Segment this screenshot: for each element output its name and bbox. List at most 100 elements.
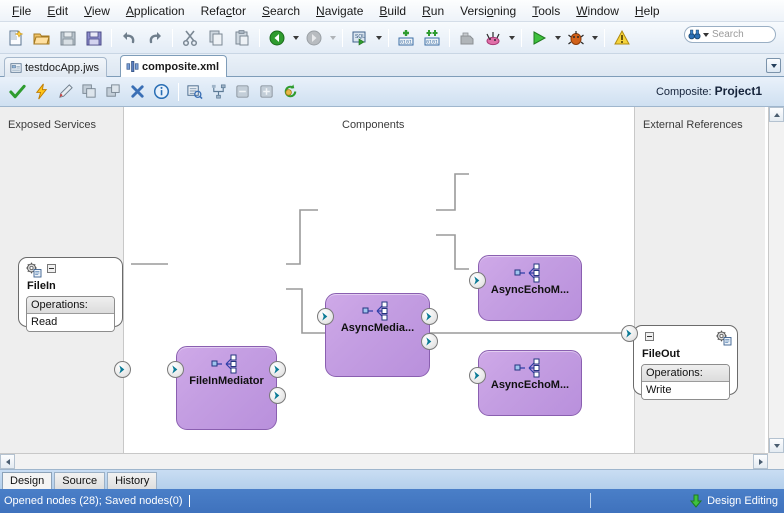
application-icon	[10, 62, 22, 73]
service-name-filein: FileIn	[27, 280, 56, 292]
tab-history[interactable]: History	[107, 472, 158, 489]
copy-icon[interactable]	[204, 26, 228, 50]
canvas-vertical-scrollbar[interactable]	[768, 107, 784, 453]
collapse-toggle-filein[interactable]	[47, 264, 56, 273]
save-all-icon[interactable]	[82, 26, 106, 50]
search-dropdown-arrow[interactable]	[703, 32, 709, 37]
refresh-icon[interactable]	[279, 81, 302, 103]
warning-icon[interactable]	[610, 26, 634, 50]
canvas-horizontal-scrollbar[interactable]	[0, 453, 768, 469]
add-breakpoint-icon[interactable]: 0101	[394, 26, 418, 50]
editor-toolbar: Composite: Project1	[0, 77, 784, 107]
composite-design-canvas[interactable]: Exposed Services External References Com…	[0, 107, 784, 470]
status-mode[interactable]: Design Editing	[689, 494, 778, 508]
menu-item-navigate[interactable]: Navigate	[308, 1, 371, 21]
undo-icon[interactable]	[117, 26, 141, 50]
port-asyncmedia-out-1[interactable]	[421, 308, 438, 325]
operation-row-write[interactable]: Write	[642, 382, 729, 399]
menu-item-search[interactable]: Search	[254, 1, 308, 21]
back-icon[interactable]	[265, 26, 289, 50]
cut-icon[interactable]	[178, 26, 202, 50]
profile-icon[interactable]	[481, 26, 505, 50]
status-divider	[590, 493, 591, 508]
edit-icon[interactable]	[54, 81, 77, 103]
tab-design[interactable]: Design	[2, 472, 53, 489]
port-asyncmedia-in[interactable]	[317, 308, 334, 325]
copy-node-icon[interactable]	[78, 81, 101, 103]
forward-dropdown-arrow	[327, 27, 338, 49]
toolbar-separator	[388, 28, 389, 47]
scroll-down-button[interactable]	[769, 438, 784, 453]
menu-item-run[interactable]: Run	[414, 1, 452, 21]
run-sql-dropdown-arrow[interactable]	[373, 27, 384, 49]
search-input[interactable]: Search	[684, 26, 776, 43]
debug-icon[interactable]	[564, 26, 588, 50]
status-bar: Opened nodes (28); Saved nodes(0) Design…	[0, 489, 784, 513]
zoom-in-icon[interactable]	[255, 81, 278, 103]
tab-source[interactable]: Source	[54, 472, 106, 489]
menu-item-help[interactable]: Help	[627, 1, 668, 21]
port-fileinmediator-out-2[interactable]	[269, 387, 286, 404]
forward-icon[interactable]	[302, 26, 326, 50]
deploy-icon[interactable]	[455, 26, 479, 50]
properties-icon[interactable]	[183, 81, 206, 103]
menu-item-file[interactable]: File	[4, 1, 39, 21]
tab-testdocapp-jws[interactable]: testdocApp.jws	[4, 57, 107, 77]
menu-item-versioning[interactable]: Versioning	[452, 1, 524, 21]
run-dropdown-arrow[interactable]	[552, 27, 563, 49]
debug-dropdown-arrow[interactable]	[589, 27, 600, 49]
layout-icon[interactable]	[207, 81, 230, 103]
paste-icon[interactable]	[230, 26, 254, 50]
zoom-out-icon[interactable]	[231, 81, 254, 103]
menu-item-refactor[interactable]: Refactor	[193, 1, 254, 21]
delete-icon[interactable]	[126, 81, 149, 103]
toolbar-separator	[342, 28, 343, 47]
toolbar-separator	[521, 28, 522, 47]
info-icon[interactable]	[150, 81, 173, 103]
menu-item-application[interactable]: Application	[118, 1, 193, 21]
validate-icon[interactable]	[6, 81, 29, 103]
operation-row-read[interactable]: Read	[27, 314, 114, 331]
quick-fix-icon[interactable]	[30, 81, 53, 103]
menu-item-build[interactable]: Build	[371, 1, 414, 21]
service-filein[interactable]: FileIn Operations: Read	[18, 257, 123, 332]
port-fileout-in[interactable]	[621, 325, 638, 342]
menu-item-window[interactable]: Window	[568, 1, 627, 21]
port-fileinmediator-out-1[interactable]	[269, 361, 286, 378]
menu-item-edit[interactable]: Edit	[39, 1, 76, 21]
save-icon[interactable]	[56, 26, 80, 50]
component-fileinmediator[interactable]: FileInMediator	[176, 346, 277, 430]
mediator-icon	[514, 263, 540, 283]
port-fileinmediator-in[interactable]	[167, 361, 184, 378]
component-asyncmedia[interactable]: AsyncMedia...	[325, 293, 430, 377]
collapse-toggle-fileout[interactable]	[645, 332, 654, 341]
port-asyncechom-1-in[interactable]	[469, 272, 486, 289]
operations-header: Operations:	[642, 365, 729, 382]
profile-dropdown-arrow[interactable]	[506, 27, 517, 49]
run-icon[interactable]	[527, 26, 551, 50]
component-asyncechom-2[interactable]: AsyncEchoM...	[478, 350, 582, 416]
tab-list-dropdown-button[interactable]	[766, 58, 781, 73]
scroll-left-button[interactable]	[0, 454, 15, 469]
status-message: Opened nodes (28); Saved nodes(0)	[4, 495, 183, 507]
port-asyncmedia-out-2[interactable]	[421, 333, 438, 350]
component-asyncechom-1[interactable]: AsyncEchoM...	[478, 255, 582, 321]
scroll-right-button[interactable]	[753, 454, 768, 469]
svg-text:SQL: SQL	[355, 34, 365, 40]
menu-item-view[interactable]: View	[76, 1, 118, 21]
port-filein-out[interactable]	[114, 361, 131, 378]
open-icon[interactable]	[30, 26, 54, 50]
toggle-breakpoints-icon[interactable]: 0101	[420, 26, 444, 50]
port-asyncechom-2-in[interactable]	[469, 367, 486, 384]
duplicate-node-icon[interactable]	[102, 81, 125, 103]
menu-item-tools[interactable]: Tools	[524, 1, 568, 21]
main-toolbar: SQL 0101 0101 Search	[0, 22, 784, 54]
run-sql-icon[interactable]: SQL	[348, 26, 372, 50]
back-dropdown-arrow[interactable]	[290, 27, 301, 49]
scroll-up-button[interactable]	[769, 107, 784, 122]
tab-composite-xml[interactable]: composite.xml	[120, 55, 228, 77]
redo-icon[interactable]	[143, 26, 167, 50]
new-icon[interactable]	[4, 26, 28, 50]
status-mode-label: Design Editing	[707, 495, 778, 507]
reference-fileout[interactable]: FileOut Operations: Write	[633, 325, 738, 400]
